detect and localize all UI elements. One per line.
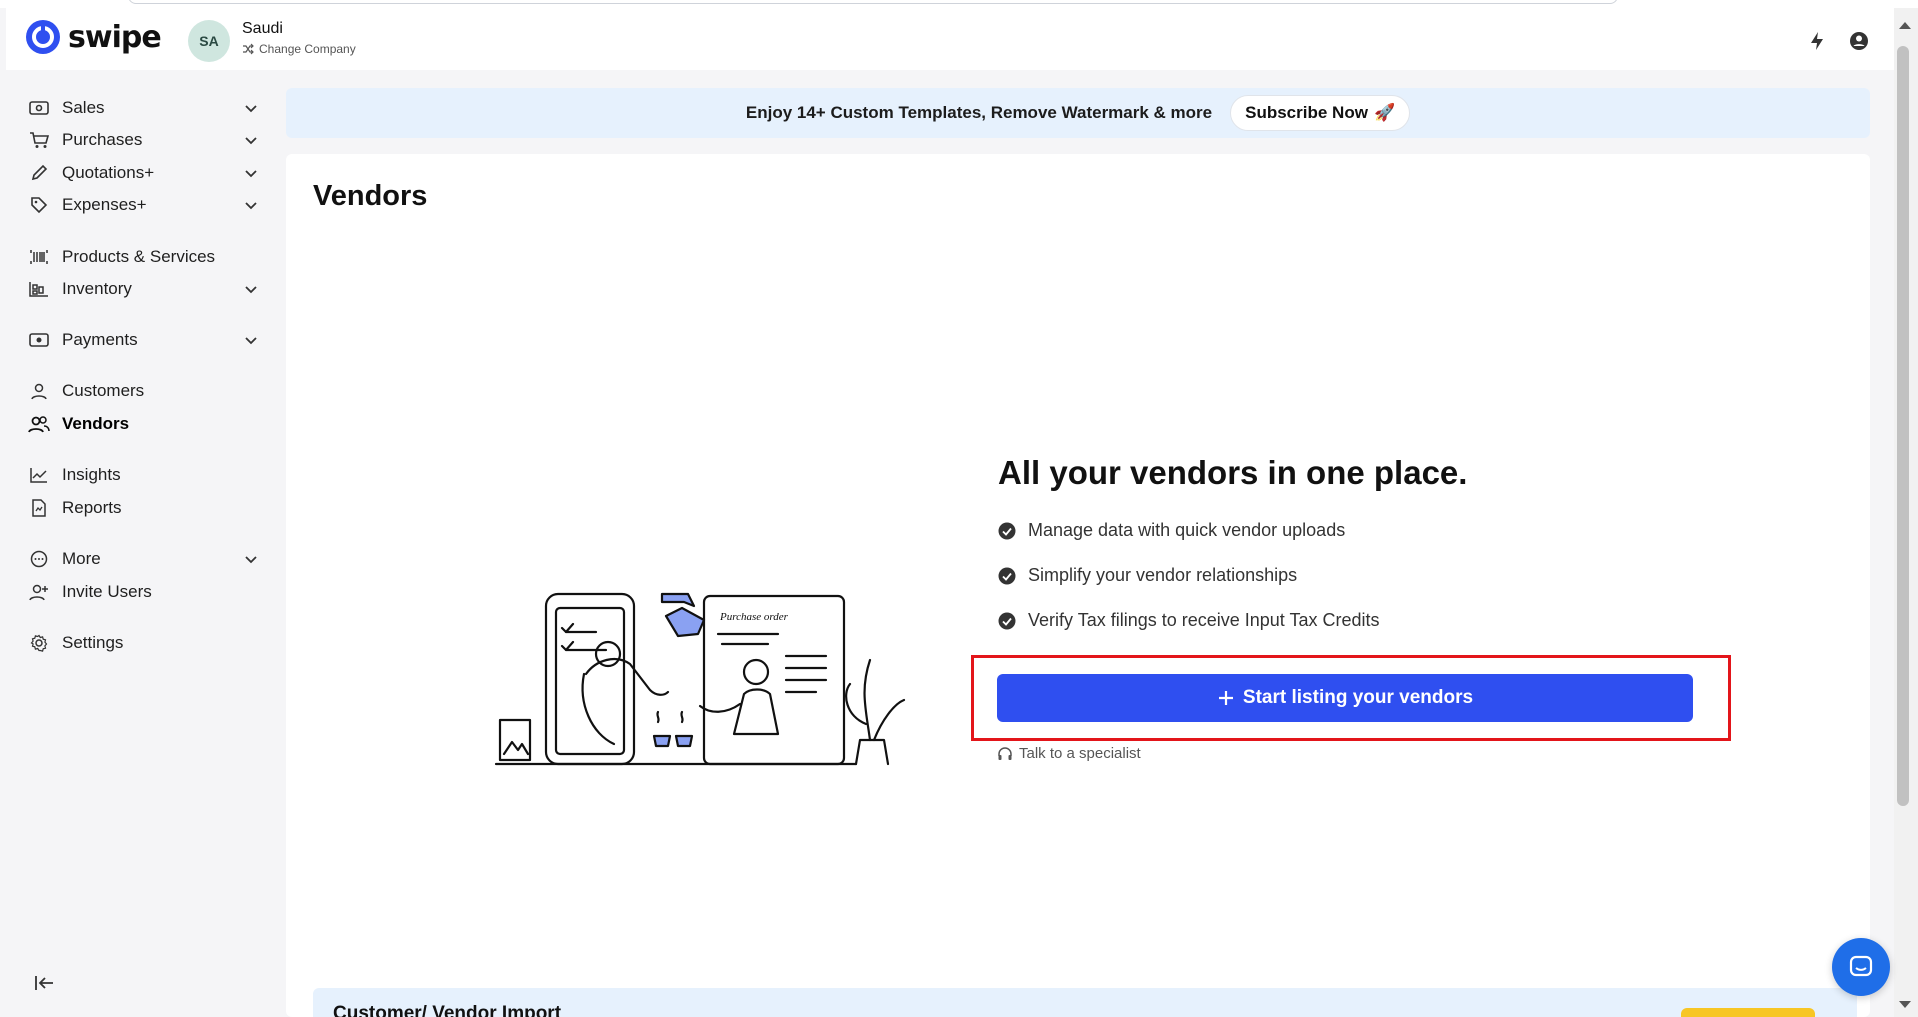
scrollbar-thumb[interactable] bbox=[1897, 46, 1909, 806]
scroll-down-arrow-icon[interactable] bbox=[1895, 998, 1915, 1012]
chevron-down-icon[interactable] bbox=[242, 164, 260, 182]
cta-label: Start listing your vendors bbox=[1242, 687, 1474, 708]
sidebar-item-settings[interactable]: Settings bbox=[28, 629, 260, 657]
feature-text: Simplify your vendor relationships bbox=[1028, 565, 1298, 585]
report-icon bbox=[28, 497, 50, 519]
scroll-up-arrow-icon[interactable] bbox=[1895, 18, 1915, 32]
talk-to-specialist-link[interactable]: Talk to a specialist bbox=[997, 745, 1141, 762]
chevron-down-icon[interactable] bbox=[242, 99, 260, 117]
sidebar-item-reports[interactable]: Reports bbox=[28, 494, 260, 522]
app-header: swipe SA Saudi Change Company bbox=[6, 8, 1894, 70]
sidebar-item-customers[interactable]: Customers bbox=[28, 377, 260, 405]
sidebar-item-invite-users[interactable]: Invite Users bbox=[28, 578, 260, 606]
feature-item: Manage data with quick vendor uploads bbox=[998, 520, 1345, 541]
collapse-sidebar-icon[interactable] bbox=[32, 970, 58, 996]
sidebar-item-label: Sales bbox=[62, 98, 105, 117]
chevron-down-icon[interactable] bbox=[242, 550, 260, 568]
invite-icon bbox=[28, 581, 50, 603]
sidebar-item-label: Expenses+ bbox=[62, 195, 147, 214]
sidebar-item-vendors[interactable]: Vendors bbox=[28, 410, 260, 438]
brand-name: swipe bbox=[68, 19, 162, 55]
start-listing-vendors-button[interactable]: Start listing your vendors bbox=[997, 674, 1693, 722]
sidebar-item-label: Products & Services bbox=[62, 247, 216, 266]
feature-item: Simplify your vendor relationships bbox=[998, 565, 1297, 586]
vendors-content-card: Vendors Purchase order All your vendors … bbox=[286, 154, 1870, 1017]
hero-title: All your vendors in one place. bbox=[998, 454, 1468, 491]
promo-banner: Enjoy 14+ Custom Templates, Remove Water… bbox=[286, 88, 1870, 138]
sidebar-item-expenses[interactable]: Expenses+ bbox=[28, 191, 260, 219]
tag-icon bbox=[28, 194, 50, 216]
chevron-down-icon[interactable] bbox=[242, 196, 260, 214]
feature-text: Manage data with quick vendor uploads bbox=[1028, 520, 1346, 540]
swipe-logo[interactable]: swipe bbox=[24, 18, 162, 56]
sidebar-item-payments[interactable]: Payments bbox=[28, 326, 260, 354]
chat-icon bbox=[1849, 955, 1873, 977]
sidebar-item-label: Payments bbox=[62, 330, 138, 349]
gear-icon bbox=[28, 632, 50, 654]
company-avatar[interactable]: SA bbox=[188, 20, 230, 62]
sidebar-item-label: Quotations+ bbox=[62, 163, 155, 182]
sidebar-item-quotations[interactable]: Quotations+ bbox=[28, 159, 260, 187]
chevron-down-icon[interactable] bbox=[242, 331, 260, 349]
support-chat-button[interactable] bbox=[1832, 938, 1890, 996]
sidebar-item-sales[interactable]: Sales bbox=[28, 94, 260, 122]
sidebar: Sales Purchases Quotations+ Expenses+ Pr… bbox=[6, 70, 278, 1017]
sidebar-item-label: Vendors bbox=[62, 414, 130, 433]
import-title: Customer/ Vendor Import bbox=[333, 1003, 562, 1017]
import-banner: Customer/ Vendor Import bbox=[313, 988, 1857, 1017]
sidebar-item-more[interactable]: More bbox=[28, 545, 260, 573]
lightning-icon[interactable] bbox=[1806, 30, 1828, 52]
sidebar-item-insights[interactable]: Insights bbox=[28, 461, 260, 489]
inventory-icon bbox=[28, 278, 50, 300]
feature-item: Verify Tax filings to receive Input Tax … bbox=[998, 610, 1380, 631]
sidebar-item-label: Insights bbox=[62, 465, 121, 484]
specialist-label: Talk to a specialist bbox=[1019, 745, 1141, 762]
promo-text: Enjoy 14+ Custom Templates, Remove Water… bbox=[745, 103, 1213, 122]
rocket-icon: 🚀 bbox=[1373, 103, 1396, 122]
vendors-illustration: Purchase order bbox=[494, 592, 906, 766]
sidebar-item-label: Customers bbox=[62, 381, 145, 400]
sidebar-item-inventory[interactable]: Inventory bbox=[28, 275, 260, 303]
pencil-icon bbox=[28, 162, 50, 184]
feature-text: Verify Tax filings to receive Input Tax … bbox=[1028, 610, 1380, 630]
account-icon[interactable] bbox=[1848, 30, 1870, 52]
sidebar-item-label: More bbox=[62, 549, 101, 568]
illustration-purchase-order-label: Purchase order bbox=[719, 611, 789, 623]
users-icon bbox=[28, 413, 50, 435]
more-icon bbox=[28, 548, 50, 570]
payment-icon bbox=[28, 329, 50, 351]
subscribe-now-button[interactable]: Subscribe Now 🚀 bbox=[1230, 95, 1411, 131]
chevron-down-icon[interactable] bbox=[242, 131, 260, 149]
shuffle-icon bbox=[243, 43, 254, 55]
subscribe-label: Subscribe Now bbox=[1245, 103, 1368, 122]
sidebar-item-label: Purchases bbox=[62, 130, 143, 149]
check-circle-icon bbox=[998, 612, 1016, 629]
check-circle-icon bbox=[998, 567, 1016, 584]
chart-icon bbox=[28, 464, 50, 486]
barcode-icon bbox=[28, 246, 50, 268]
sidebar-item-label: Settings bbox=[62, 633, 124, 652]
sidebar-item-label: Invite Users bbox=[62, 582, 152, 601]
sidebar-item-label: Reports bbox=[62, 498, 122, 517]
sidebar-item-label: Inventory bbox=[62, 279, 132, 298]
address-bar[interactable] bbox=[128, 0, 1618, 4]
sidebar-item-products-services[interactable]: Products & Services bbox=[28, 243, 260, 271]
import-button[interactable] bbox=[1681, 1008, 1815, 1017]
change-company-link[interactable]: Change Company bbox=[242, 42, 356, 56]
company-name[interactable]: Saudi bbox=[242, 20, 283, 38]
check-circle-icon bbox=[998, 522, 1016, 539]
user-icon bbox=[28, 380, 50, 402]
chevron-down-icon[interactable] bbox=[242, 280, 260, 298]
sales-icon bbox=[28, 97, 50, 119]
swipe-logo-icon bbox=[26, 20, 60, 54]
plus-icon bbox=[1218, 691, 1233, 705]
browser-address-strip bbox=[0, 0, 1918, 8]
headset-icon bbox=[998, 746, 1012, 760]
cart-icon bbox=[28, 129, 50, 151]
sidebar-item-purchases[interactable]: Purchases bbox=[28, 126, 260, 154]
change-company-label: Change Company bbox=[259, 42, 356, 56]
page-title: Vendors bbox=[313, 180, 428, 212]
